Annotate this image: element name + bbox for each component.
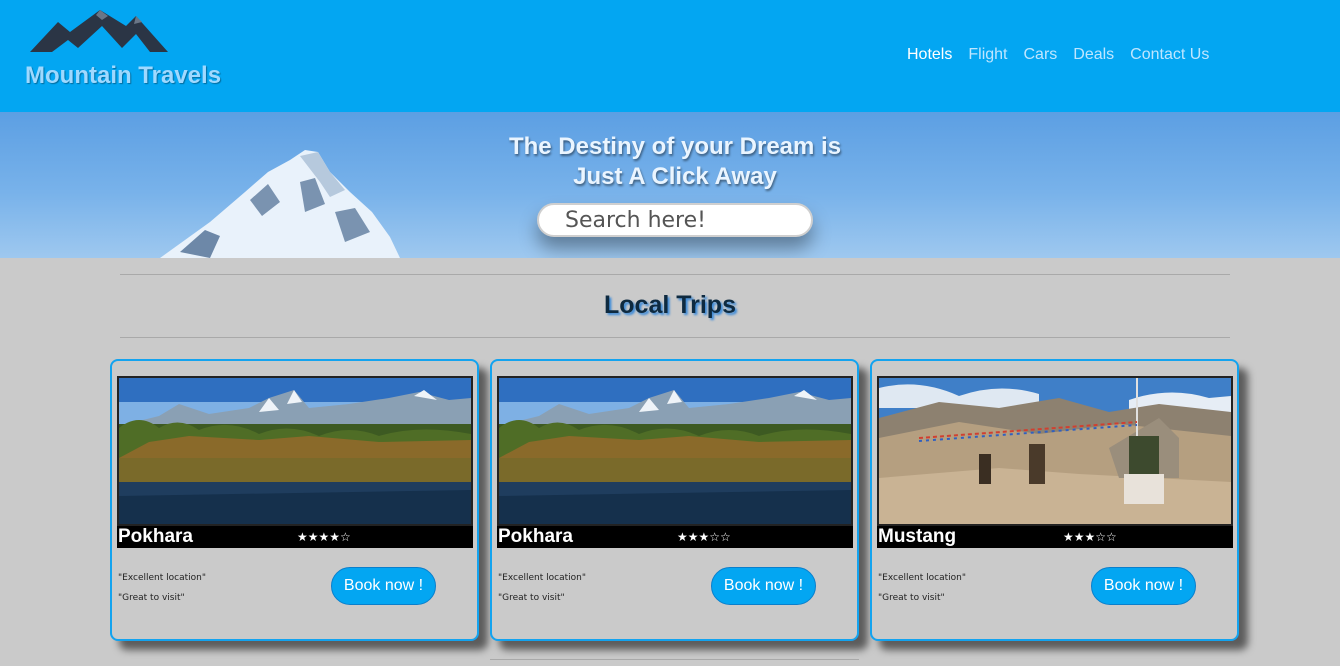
mountain-logo-icon xyxy=(30,10,168,52)
trip-photo-mustang-trail xyxy=(877,376,1233,526)
trip-place-name: Pokhara xyxy=(118,526,193,547)
search-input[interactable] xyxy=(565,205,805,235)
star-rating: ★★★★☆ xyxy=(297,530,351,544)
trip-photo-pokhara-lake xyxy=(117,376,473,526)
book-now-button[interactable]: Book now ! xyxy=(711,567,816,605)
trip-card-pokhara: Pokhara ★★★★☆ "Excellent location" "Grea… xyxy=(110,359,479,641)
site-header: Mountain Travels Hotels Flight Cars Deal… xyxy=(0,0,1340,112)
trip-place-name: Mustang xyxy=(878,526,957,547)
review-quote-1: "Excellent location" xyxy=(118,573,206,583)
section-title: Local Trips xyxy=(604,291,736,319)
nav-deals[interactable]: Deals xyxy=(1073,46,1114,64)
trip-caption: Mustang ★★★☆☆ xyxy=(877,526,1233,548)
trip-card-mustang: Mustang ★★★☆☆ "Excellent location" "Grea… xyxy=(870,359,1239,641)
hero-title-line1: The Destiny of your Dream is xyxy=(508,133,842,160)
main-nav: Hotels Flight Cars Deals Contact Us xyxy=(907,46,1209,64)
trip-place-name: Pokhara xyxy=(498,526,573,547)
trip-caption: Pokhara ★★★☆☆ xyxy=(497,526,853,548)
trip-caption: Pokhara ★★★★☆ xyxy=(117,526,473,548)
nav-contact-us[interactable]: Contact Us xyxy=(1130,46,1209,64)
search-box xyxy=(537,203,813,237)
divider-bottom xyxy=(120,337,1230,338)
book-now-button[interactable]: Book now ! xyxy=(331,567,436,605)
hero-title-line2: Just A Click Away xyxy=(573,163,777,190)
divider-next-section xyxy=(490,659,859,660)
star-rating: ★★★☆☆ xyxy=(1063,530,1117,544)
trip-card-pokhara-2: Pokhara ★★★☆☆ "Excellent location" "Grea… xyxy=(490,359,859,641)
book-now-button[interactable]: Book now ! xyxy=(1091,567,1196,605)
hero-title: The Destiny of your Dream is Just A Clic… xyxy=(475,132,875,192)
review-quote-2: "Great to visit" xyxy=(878,593,945,603)
review-quote-1: "Excellent location" xyxy=(878,573,966,583)
nav-flight[interactable]: Flight xyxy=(968,46,1007,64)
trip-photo-pokhara-lake xyxy=(497,376,853,526)
brand-name[interactable]: Mountain Travels xyxy=(25,62,221,90)
divider-top xyxy=(120,274,1230,275)
nav-cars[interactable]: Cars xyxy=(1023,46,1057,64)
review-quote-2: "Great to visit" xyxy=(118,593,185,603)
review-quote-1: "Excellent location" xyxy=(498,573,586,583)
hero-banner: The Destiny of your Dream is Just A Clic… xyxy=(0,112,1340,258)
review-quote-2: "Great to visit" xyxy=(498,593,565,603)
nav-hotels[interactable]: Hotels xyxy=(907,46,952,64)
star-rating: ★★★☆☆ xyxy=(677,530,731,544)
